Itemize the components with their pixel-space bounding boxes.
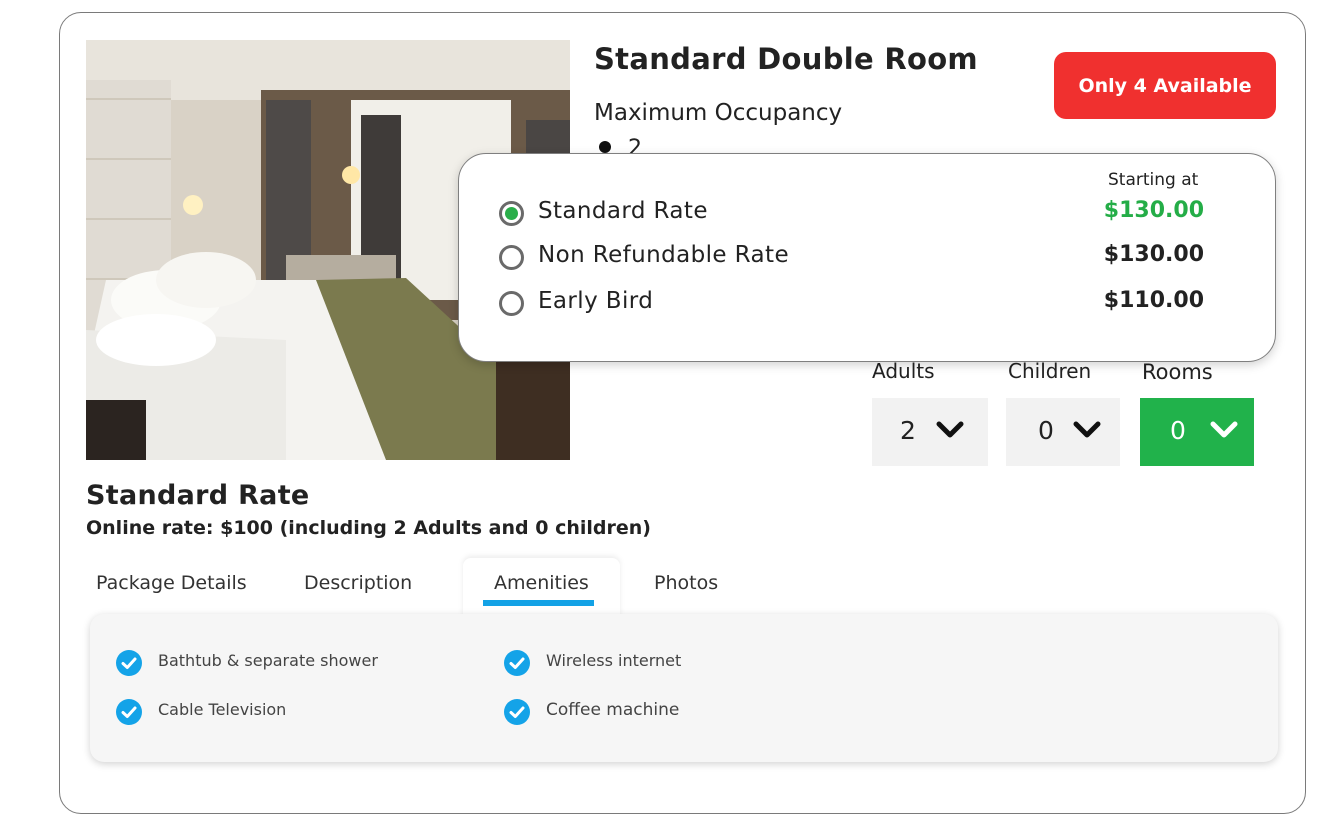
selected-rate-description: Online rate: $100 (including 2 Adults an…	[86, 517, 651, 539]
check-circle-icon	[504, 699, 530, 725]
rooms-select[interactable]: 0	[1140, 398, 1254, 466]
amenity-label: Cable Television	[158, 700, 287, 719]
tab-amenities[interactable]: Amenities	[494, 572, 589, 594]
rate-option-price: $130.00	[1103, 242, 1204, 267]
amenity-label: Coffee machine	[546, 700, 680, 720]
tab-package-details[interactable]: Package Details	[96, 572, 247, 594]
check-circle-icon	[116, 699, 142, 725]
adults-value: 2	[900, 416, 916, 445]
rooms-label: Rooms	[1142, 360, 1213, 384]
amenity-label: Bathtub & separate shower	[158, 651, 378, 670]
radio-selected-icon[interactable]	[499, 201, 524, 226]
chevron-down-icon	[1210, 421, 1238, 438]
children-label: Children	[1008, 359, 1092, 383]
room-title: Standard Double Room	[594, 42, 978, 76]
rate-option-price: $130.00	[1103, 198, 1204, 223]
rate-option-early-bird[interactable]: Early Bird $110.00	[499, 288, 1204, 322]
rate-options-popup: Starting at Standard Rate $130.00 Non Re…	[458, 153, 1276, 362]
amenities-panel: Bathtub & separate shower Wireless inter…	[90, 614, 1278, 762]
chevron-down-icon	[1073, 421, 1101, 438]
check-circle-icon	[116, 650, 142, 676]
starting-at-label: Starting at	[1108, 170, 1199, 190]
rate-option-label: Early Bird	[538, 288, 654, 314]
selected-rate-title: Standard Rate	[86, 480, 310, 511]
chevron-down-icon	[936, 421, 964, 438]
rate-option-label: Standard Rate	[538, 198, 708, 224]
person-icon	[599, 141, 611, 153]
availability-badge: Only 4 Available	[1054, 52, 1276, 119]
adults-label: Adults	[872, 359, 935, 383]
tab-description[interactable]: Description	[304, 572, 412, 594]
amenity-label: Wireless internet	[546, 651, 682, 670]
radio-unselected-icon[interactable]	[499, 245, 524, 270]
occupancy-label: Maximum Occupancy	[594, 100, 843, 126]
radio-unselected-icon[interactable]	[499, 291, 524, 316]
rate-option-non-refundable[interactable]: Non Refundable Rate $130.00	[499, 242, 1204, 276]
rate-option-label: Non Refundable Rate	[538, 242, 789, 268]
rooms-value: 0	[1170, 416, 1186, 445]
children-value: 0	[1038, 416, 1054, 445]
rate-option-standard[interactable]: Standard Rate $130.00	[499, 198, 1204, 232]
check-circle-icon	[504, 650, 530, 676]
active-tab-indicator	[483, 600, 594, 606]
tab-photos[interactable]: Photos	[654, 572, 718, 594]
children-select[interactable]: 0	[1006, 398, 1120, 466]
adults-select[interactable]: 2	[872, 398, 988, 466]
rate-option-price: $110.00	[1103, 288, 1204, 313]
